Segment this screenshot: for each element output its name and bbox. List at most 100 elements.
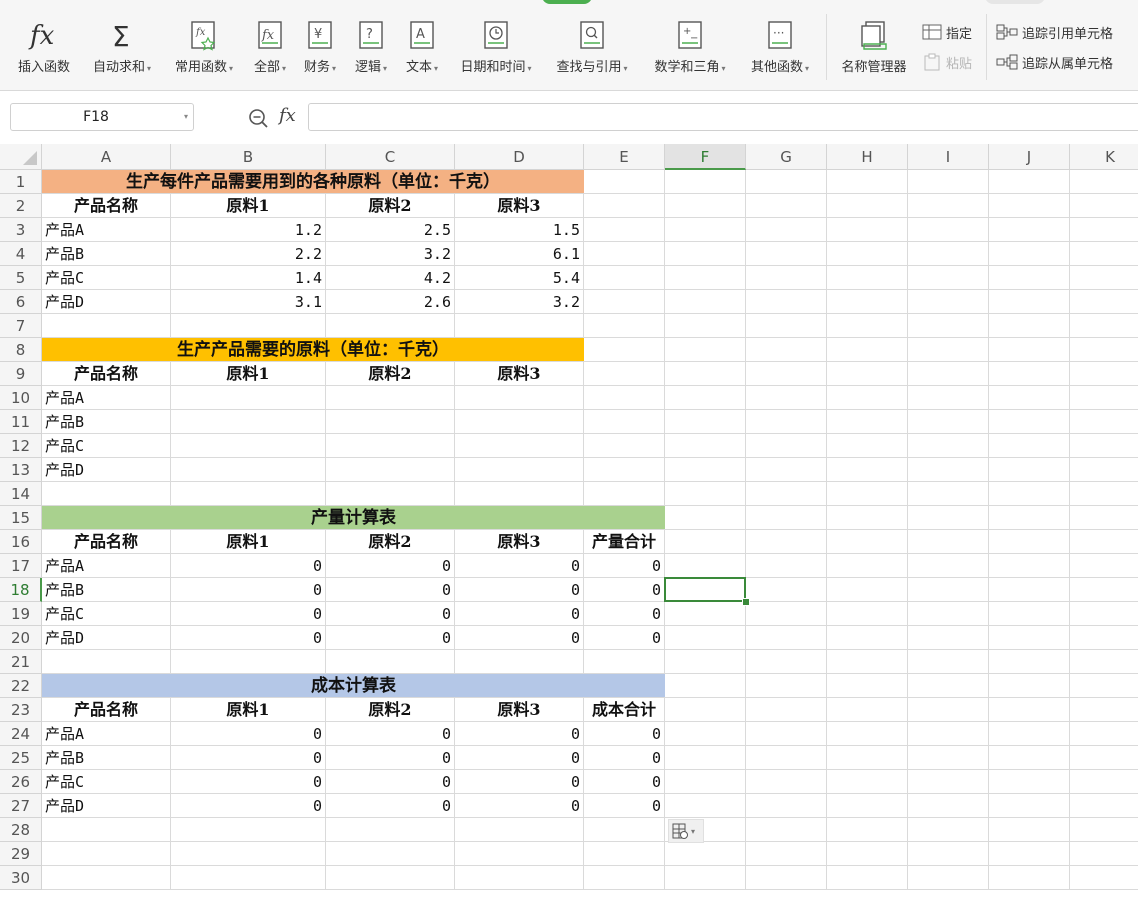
table3-material1-value[interactable]: 0 (171, 626, 326, 650)
cell-g24[interactable] (746, 722, 827, 746)
table3-product-name[interactable]: 产品D (42, 626, 171, 650)
cell-i3[interactable] (908, 218, 989, 242)
table1-title[interactable]: 生产每件产品需要用到的各种原料（单位：千克） (42, 170, 584, 194)
cell-j16[interactable] (989, 530, 1070, 554)
row-header-6[interactable]: 6 (0, 290, 42, 314)
table4-title[interactable]: 成本计算表 (42, 674, 665, 698)
row-header-5[interactable]: 5 (0, 266, 42, 290)
table4-material2-value[interactable]: 0 (326, 722, 455, 746)
cell-i27[interactable] (908, 794, 989, 818)
cell-i22[interactable] (908, 674, 989, 698)
cell-e12[interactable] (584, 434, 665, 458)
paste-name-button[interactable]: 粘贴 (922, 52, 972, 72)
cell-f12[interactable] (665, 434, 746, 458)
name-manager-button[interactable]: 名称管理器 (834, 18, 914, 78)
cell-a29[interactable] (42, 842, 171, 866)
cell-j23[interactable] (989, 698, 1070, 722)
cell-h15[interactable] (827, 506, 908, 530)
lookup-reference-button[interactable]: 查找与引用 ▾ (548, 18, 636, 78)
cell-f15[interactable] (665, 506, 746, 530)
column-header-e[interactable]: E (584, 144, 665, 170)
cell-g25[interactable] (746, 746, 827, 770)
column-header-a[interactable]: A (42, 144, 171, 170)
cell-h2[interactable] (827, 194, 908, 218)
cell-f4[interactable] (665, 242, 746, 266)
cell-f11[interactable] (665, 410, 746, 434)
cell-k18[interactable] (1070, 578, 1138, 602)
active-tab-indicator[interactable] (542, 0, 592, 4)
trace-precedents-button[interactable]: 追踪引用单元格 (996, 22, 1113, 42)
cell-e1[interactable] (584, 170, 665, 194)
insert-function-button[interactable]: fx 插入函数 (12, 18, 76, 78)
row-header-27[interactable]: 27 (0, 794, 42, 818)
cell-j1[interactable] (989, 170, 1070, 194)
row-header-24[interactable]: 24 (0, 722, 42, 746)
cell-e11[interactable] (584, 410, 665, 434)
table1-material1-value[interactable]: 3.1 (171, 290, 326, 314)
cell-c7[interactable] (326, 314, 455, 338)
cell-e8[interactable] (584, 338, 665, 362)
cell-h27[interactable] (827, 794, 908, 818)
cell-k19[interactable] (1070, 602, 1138, 626)
table1-material3-value[interactable]: 6.1 (455, 242, 584, 266)
cell-j2[interactable] (989, 194, 1070, 218)
table3-material2-value[interactable]: 0 (326, 578, 455, 602)
table1-material2-value[interactable]: 2.5 (326, 218, 455, 242)
cell-g12[interactable] (746, 434, 827, 458)
table3-header-total[interactable]: 产量合计 (584, 530, 665, 554)
table2-title[interactable]: 生产产品需要的原料（单位：千克） (42, 338, 584, 362)
cell-j13[interactable] (989, 458, 1070, 482)
table1-product-name[interactable]: 产品B (42, 242, 171, 266)
cell-k2[interactable] (1070, 194, 1138, 218)
cell-i23[interactable] (908, 698, 989, 722)
cell-c30[interactable] (326, 866, 455, 890)
datetime-button[interactable]: 日期和时间 ▾ (452, 18, 540, 78)
cell-b12[interactable] (171, 434, 326, 458)
cell-h29[interactable] (827, 842, 908, 866)
table1-material2-value[interactable]: 3.2 (326, 242, 455, 266)
cell-k5[interactable] (1070, 266, 1138, 290)
column-header-j[interactable]: J (989, 144, 1070, 170)
cell-i6[interactable] (908, 290, 989, 314)
cell-i12[interactable] (908, 434, 989, 458)
cell-g16[interactable] (746, 530, 827, 554)
cell-k27[interactable] (1070, 794, 1138, 818)
cell-j8[interactable] (989, 338, 1070, 362)
cell-b11[interactable] (171, 410, 326, 434)
table4-total-value[interactable]: 0 (584, 722, 665, 746)
cell-g1[interactable] (746, 170, 827, 194)
row-header-12[interactable]: 12 (0, 434, 42, 458)
table1-header-material1[interactable]: 原料1 (171, 194, 326, 218)
table4-product-name[interactable]: 产品D (42, 794, 171, 818)
cell-g26[interactable] (746, 770, 827, 794)
search-tab[interactable] (985, 0, 1045, 4)
table1-material1-value[interactable]: 1.4 (171, 266, 326, 290)
cell-h30[interactable] (827, 866, 908, 890)
cell-h4[interactable] (827, 242, 908, 266)
cell-f30[interactable] (665, 866, 746, 890)
table2-header-material2[interactable]: 原料2 (326, 362, 455, 386)
cell-f8[interactable] (665, 338, 746, 362)
row-header-14[interactable]: 14 (0, 482, 42, 506)
cell-i10[interactable] (908, 386, 989, 410)
cell-h23[interactable] (827, 698, 908, 722)
row-header-1[interactable]: 1 (0, 170, 42, 194)
cell-c12[interactable] (326, 434, 455, 458)
table3-header-product[interactable]: 产品名称 (42, 530, 171, 554)
cell-k17[interactable] (1070, 554, 1138, 578)
cell-g11[interactable] (746, 410, 827, 434)
cell-f27[interactable] (665, 794, 746, 818)
table1-header-material2[interactable]: 原料2 (326, 194, 455, 218)
cell-c13[interactable] (326, 458, 455, 482)
cell-k13[interactable] (1070, 458, 1138, 482)
table2-header-material1[interactable]: 原料1 (171, 362, 326, 386)
table4-header-total[interactable]: 成本合计 (584, 698, 665, 722)
cell-f16[interactable] (665, 530, 746, 554)
cell-k15[interactable] (1070, 506, 1138, 530)
row-header-30[interactable]: 30 (0, 866, 42, 890)
table3-total-value[interactable]: 0 (584, 626, 665, 650)
cell-j22[interactable] (989, 674, 1070, 698)
cell-i11[interactable] (908, 410, 989, 434)
table3-material2-value[interactable]: 0 (326, 626, 455, 650)
cell-h3[interactable] (827, 218, 908, 242)
